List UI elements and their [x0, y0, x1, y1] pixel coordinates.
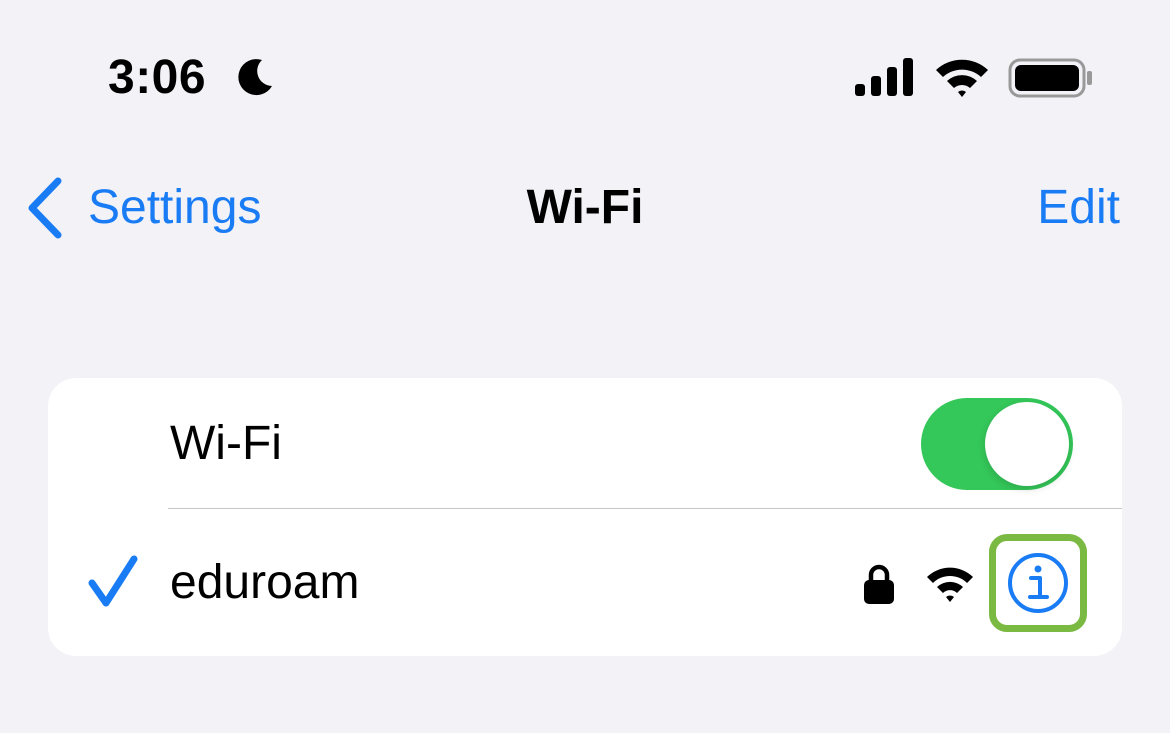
wifi-toggle-label: Wi-Fi — [170, 417, 282, 470]
wifi-toggle-row: Wi-Fi — [48, 378, 1122, 508]
info-icon — [1008, 553, 1068, 613]
toggle-knob — [985, 402, 1069, 486]
lock-icon — [864, 564, 894, 604]
network-name: eduroam — [170, 556, 360, 609]
page-title: Wi-Fi — [526, 181, 644, 234]
wifi-toggle-switch[interactable] — [921, 398, 1073, 490]
moon-icon — [238, 59, 272, 96]
checkmark-icon — [88, 555, 138, 607]
status-bar: 3:06 — [0, 0, 1170, 150]
wifi-settings-card: Wi-Fi eduroam — [48, 378, 1122, 656]
network-row-eduroam[interactable]: eduroam — [48, 509, 1122, 656]
network-info-button[interactable] — [989, 534, 1087, 632]
cellular-signal-icon — [855, 58, 913, 96]
edit-button[interactable]: Edit — [1037, 176, 1120, 240]
wifi-icon — [936, 59, 988, 97]
status-time: 3:06 — [108, 51, 207, 104]
battery-icon — [1008, 58, 1092, 98]
wifi-icon — [927, 567, 973, 602]
